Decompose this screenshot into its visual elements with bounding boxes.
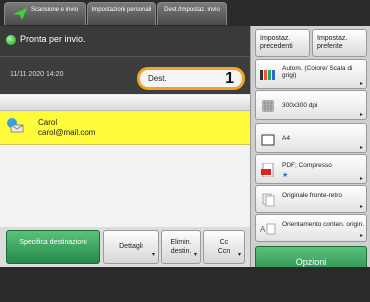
specify-destinations-button[interactable]: Specifica destinazioni: [6, 230, 100, 264]
destination-counter[interactable]: Dest. 1: [137, 67, 245, 90]
expand-arrow-icon: ▸: [359, 81, 363, 87]
cc-bcc-button[interactable]: Cc Ccn ▾: [203, 230, 245, 264]
list-item[interactable]: Carol carol@mail.com: [0, 111, 250, 145]
file-format-label: PDF; Compresso: [282, 162, 332, 169]
recipient-name: Carol: [38, 118, 58, 127]
resolution-icon: [262, 100, 274, 112]
recipient-email: carol@mail.com: [38, 128, 96, 137]
paper-size-label: A4: [282, 135, 290, 142]
settings-panel: Impostaz. precedenti Impostaz. preferite…: [250, 26, 370, 278]
orientation-setting[interactable]: A Orientamento conten. origin. ▸: [255, 214, 367, 242]
duplex-original-icon: [262, 193, 275, 207]
color-mode-label: Autom. (Colore/ Scala di grigi): [282, 65, 353, 79]
orientation-label: Orientamento conten. origin.: [282, 221, 365, 228]
info-row: 11/11 2020 14:20 Dest. 1: [0, 56, 250, 94]
pdf-icon: [261, 163, 274, 177]
paper-size-setting[interactable]: A4 ▸: [255, 123, 367, 153]
delete-destination-button[interactable]: Elimin. destin. ▾: [161, 230, 201, 264]
expand-arrow-icon: ▸: [359, 112, 363, 118]
destination-list-header: [0, 95, 250, 111]
original-type-setting[interactable]: Originale fronte-retro ▸: [255, 185, 367, 213]
tab-label: Impostazioni personali: [91, 7, 152, 13]
top-bar: Scansione e invio Impostazioni personali…: [0, 0, 370, 26]
expand-arrow-icon: ▾: [237, 252, 241, 258]
ready-indicator-icon: [6, 35, 16, 45]
cc-label: Cc: [219, 239, 229, 246]
bottom-toolbar: Specifica destinazioni Dettagli ▾ Elimin…: [0, 227, 250, 267]
favorite-settings-button[interactable]: Impostaz. preferite: [312, 29, 367, 57]
expand-arrow-icon: ▾: [193, 252, 197, 258]
email-contact-icon: [7, 118, 24, 133]
expand-arrow-icon: ▸: [359, 233, 363, 239]
expand-arrow-icon: ▸: [359, 204, 363, 210]
expand-arrow-icon: ▾: [151, 252, 155, 258]
tab-scan-and-send[interactable]: Scansione e invio: [4, 2, 86, 25]
bottom-status-strip: [0, 267, 370, 302]
previous-settings-button[interactable]: Impostaz. precedenti: [255, 29, 310, 57]
datetime: 11/11 2020 14:20: [10, 71, 64, 78]
star-icon: ★: [282, 172, 289, 179]
destination-list-empty-area: [0, 145, 250, 227]
destination-count: 1: [225, 70, 234, 87]
paper-icon: [261, 134, 275, 146]
resolution-label: 300x300 dpi: [282, 102, 318, 109]
tab-personal-settings[interactable]: Impostazioni personali: [87, 2, 156, 25]
screen: Scansione e invio Impostazioni personali…: [0, 0, 370, 302]
color-bars-icon: [260, 70, 275, 80]
destination-label: Dest.: [148, 74, 167, 83]
details-label: Dettagli: [119, 243, 143, 250]
delete-label-line1: Elimin.: [170, 239, 192, 246]
details-button[interactable]: Dettagli ▾: [103, 230, 159, 264]
file-format-setting[interactable]: PDF; Compresso ★ ▸: [255, 154, 367, 184]
tab-dest-send-settings[interactable]: Dest./Impostaz. invio: [157, 2, 227, 25]
resolution-setting[interactable]: 300x300 dpi ▸: [255, 90, 367, 120]
tab-label: Dest./Impostaz. invio: [164, 7, 220, 13]
orientation-icon: A: [260, 223, 276, 235]
original-type-label: Originale fronte-retro: [282, 192, 342, 199]
expand-arrow-icon: ▸: [359, 145, 363, 151]
status-text: Pronta per invio.: [20, 34, 86, 44]
tab-label: Scansione e invio: [31, 7, 79, 13]
status-bar: Pronta per invio.: [0, 26, 250, 56]
color-mode-setting[interactable]: Autom. (Colore/ Scala di grigi) ▸: [255, 59, 367, 89]
svg-text:A: A: [260, 225, 266, 234]
send-icon: [13, 8, 27, 20]
expand-arrow-icon: ▸: [359, 176, 363, 182]
